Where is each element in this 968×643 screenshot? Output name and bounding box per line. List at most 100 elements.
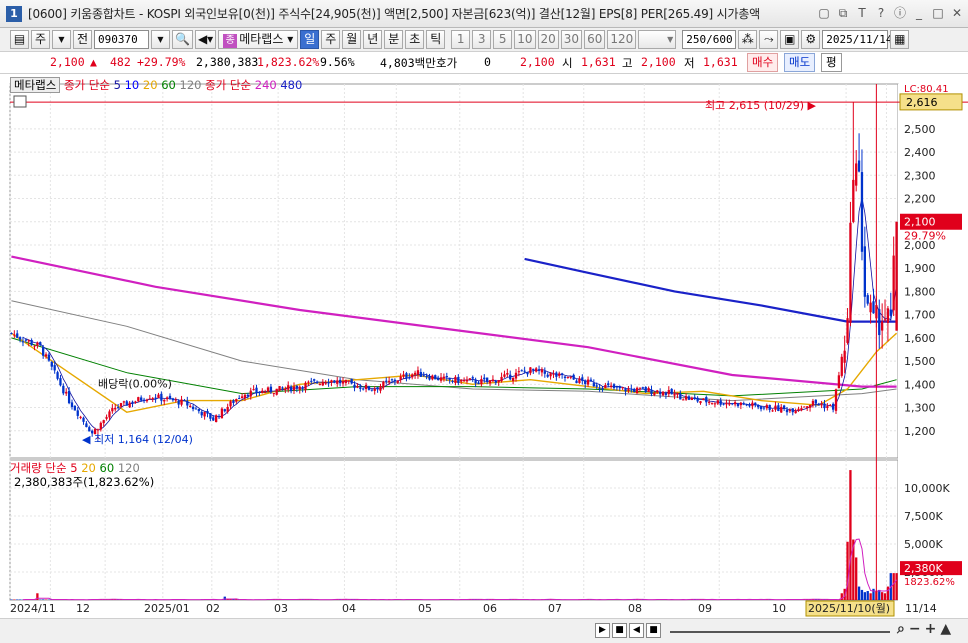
close-icon[interactable]: ✕ [950,5,964,21]
minute-120[interactable]: 120 [607,30,637,49]
period-week[interactable]: 주 [321,30,341,49]
legend-volume-label[interactable]: 거래량 [10,461,42,475]
help-icon[interactable]: ? [874,5,888,21]
first-icon[interactable]: ■ [612,623,627,638]
minute-1[interactable]: 1 [451,30,471,49]
period-minute[interactable]: 분 [384,30,404,49]
minute-3[interactable]: 3 [472,30,492,49]
crosshair-icon[interactable]: ⤳ [759,30,779,49]
volume-bar [886,586,890,600]
candle-body [154,397,157,399]
candle-body [560,373,564,375]
minute-20[interactable]: 20 [537,30,559,49]
collapse-icon[interactable]: ▲ [940,621,951,637]
time-tick-label: 11/14 [905,602,937,615]
restore-icon[interactable]: ▢ [817,5,831,21]
legend-stock-name[interactable]: 메타랩스 [10,77,61,93]
period-tick[interactable]: 틱 [426,30,446,49]
zoom-search-icon[interactable]: ⌕ [897,621,905,637]
indicator-icon[interactable]: ⁂ [738,30,758,49]
legend-ma-label[interactable]: 종가 단순 [64,78,110,92]
period-day[interactable]: 일 [300,30,320,49]
legend-ma20[interactable]: 20 [143,78,158,92]
sell-button[interactable]: 매도 [784,53,816,72]
minute-10[interactable]: 10 [514,30,536,49]
minute-60[interactable]: 60 [584,30,606,49]
candle-body [713,403,717,405]
trade-volume: 2,380,383 [196,55,259,69]
settings-gear-icon[interactable]: ⚙ [801,30,821,49]
legend-ma60[interactable]: 60 [161,78,176,92]
candle-body [765,405,768,409]
legend-ma480[interactable]: 480 [280,78,302,92]
legend-volume-ma-label[interactable]: 단순 [45,461,66,475]
maximize-icon[interactable]: □ [931,5,945,21]
sound-icon[interactable]: ◀▾ [194,30,217,49]
candle-body [872,301,875,314]
dividend-annotation: 배당락(0.00%) [98,378,172,391]
candle-body [488,380,492,384]
candle-body [209,413,212,419]
info-icon[interactable]: ⓘ [893,5,907,21]
code-dropdown-icon[interactable]: ▼ [151,30,170,49]
candle-body [751,402,754,407]
stock-name-field[interactable]: 종 메타랩스 ▾ [218,30,299,49]
legend-vol-ma5[interactable]: 5 [70,461,77,475]
period-year[interactable]: 년 [363,30,383,49]
minute-5[interactable]: 5 [493,30,513,49]
zoom-slider[interactable] [670,631,890,633]
zoom-out-icon[interactable]: − [909,621,921,637]
legend-vol-ma20[interactable]: 20 [81,461,96,475]
scroll-right-icon[interactable]: ▶ [595,623,610,638]
legend-ma240[interactable]: 240 [255,78,277,92]
search-icon[interactable]: 🔍 [172,30,193,49]
legend-vol-ma60[interactable]: 60 [100,461,115,475]
text-icon[interactable]: T [855,5,869,21]
candle-body [575,380,578,384]
calendar-icon[interactable]: ▦ [890,30,910,49]
market-select[interactable]: 주 [31,30,50,49]
legend-ma10[interactable]: 10 [125,78,140,92]
rewind-icon[interactable]: ◀ [629,623,644,638]
candle-body [163,399,166,402]
volume-tick-label: 7,500K [904,510,943,523]
market-dropdown-icon[interactable]: ▼ [52,30,71,49]
legend-vol-ma120[interactable]: 120 [118,461,140,475]
candle-body [537,369,541,371]
minimize-icon[interactable]: _ [912,5,926,21]
candle-body [595,385,598,387]
popout-icon[interactable]: ⧉ [836,5,850,21]
candle-body [261,390,264,394]
candle-body [197,408,200,412]
legend-ma120[interactable]: 120 [180,78,202,92]
save-icon[interactable]: ▣ [780,30,800,49]
legend-ma5[interactable]: 5 [114,78,121,92]
flat-button[interactable]: 평 [821,53,842,72]
window-number-badge: 1 [6,5,22,22]
minute-30[interactable]: 30 [560,30,583,49]
candle-body [18,337,22,340]
candle-body [177,400,180,405]
minute-custom-select[interactable]: ▼ [638,30,677,49]
period-second[interactable]: 초 [405,30,425,49]
period-month[interactable]: 월 [342,30,362,49]
count-input[interactable]: 250/600 [682,30,737,49]
price-chart[interactable]: 2,5002,4002,3002,2002,1002,0001,9001,800… [0,74,968,618]
pause-icon[interactable]: ■ [646,623,661,638]
prefix-button[interactable]: 전 [73,30,92,49]
date-input[interactable]: 2025/11/14 [822,30,893,49]
candle-body [771,410,774,412]
chart-settings-icon[interactable]: ▤ [10,30,29,49]
price-panel [9,83,899,459]
stock-code-input[interactable]: 090370 [94,30,149,49]
candle-body [30,340,33,346]
candle-body [33,345,36,347]
zoom-in-icon[interactable]: + [925,621,937,637]
candle-body [696,397,699,402]
legend-ma2-label[interactable]: 종가 단순 [205,78,251,92]
low-label: 저 [684,56,695,70]
buy-button[interactable]: 매수 [747,53,779,72]
candle-body [240,396,244,399]
candle-body [76,410,79,416]
candle-body [327,382,330,384]
